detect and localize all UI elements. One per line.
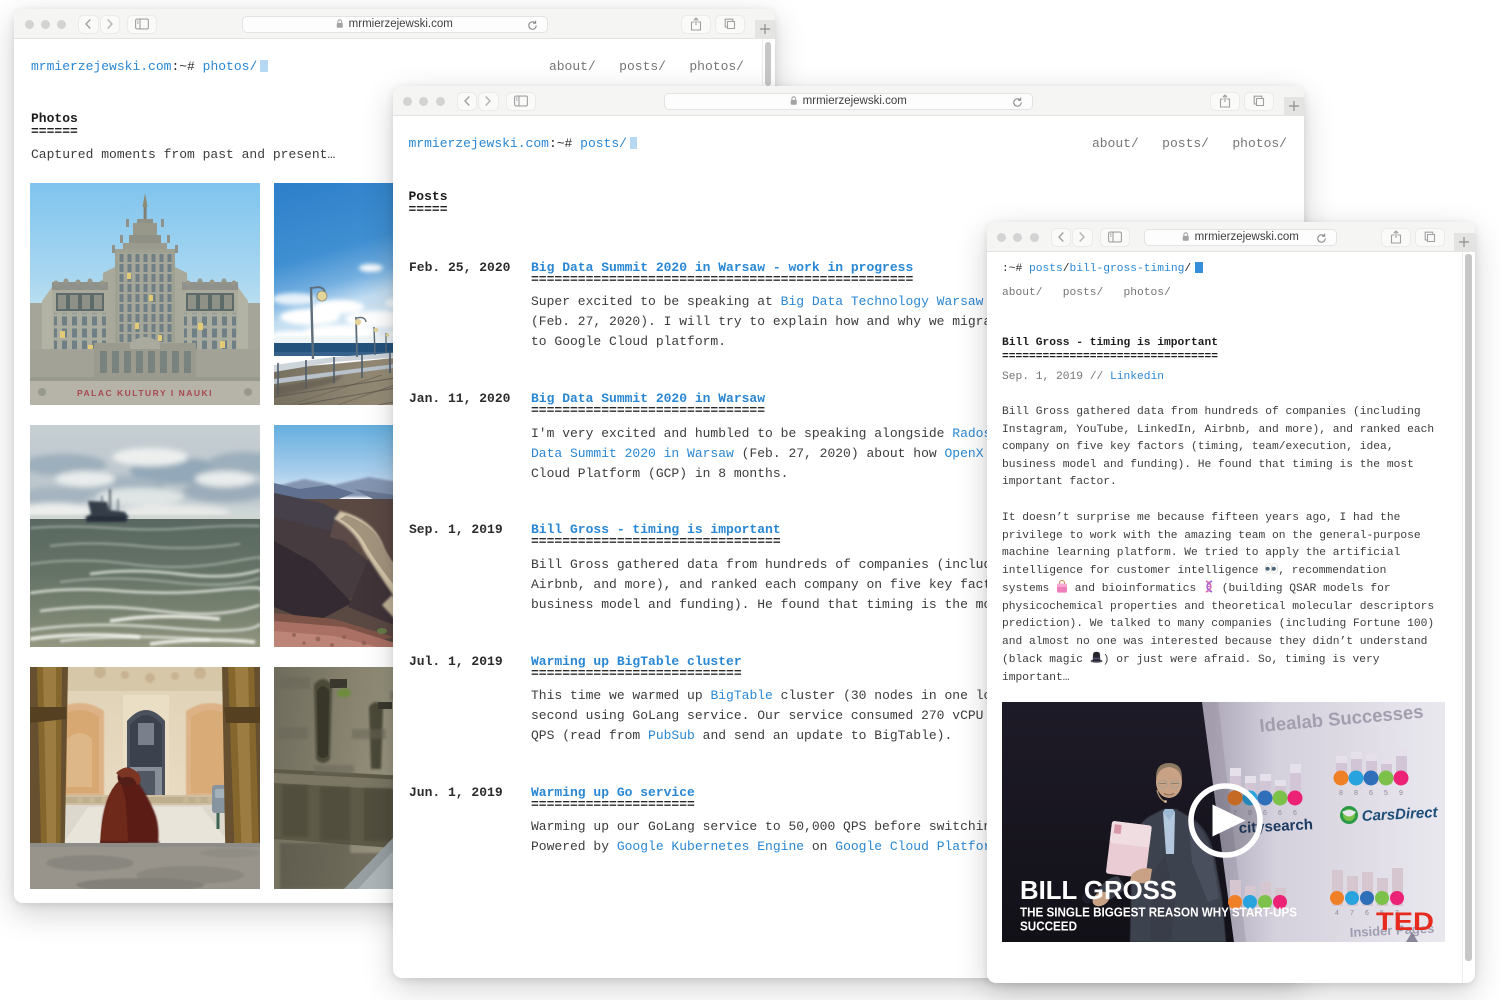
- svg-text:6: 6: [1263, 810, 1267, 817]
- svg-text:9: 9: [1399, 790, 1403, 797]
- svg-text:SUCCEED: SUCCEED: [1020, 919, 1077, 934]
- svg-text:6: 6: [1365, 910, 1369, 917]
- svg-text:6: 6: [1293, 810, 1297, 817]
- svg-text:7: 7: [1350, 910, 1354, 917]
- svg-text:5: 5: [1384, 790, 1388, 797]
- svg-text:6: 6: [1278, 810, 1282, 817]
- svg-text:8: 8: [1354, 790, 1358, 797]
- svg-text:THE SINGLE BIGGEST REASON WHY: THE SINGLE BIGGEST REASON WHY START-UPS: [1020, 905, 1297, 920]
- svg-text:PALAC KULTURY I NAUKI: PALAC KULTURY I NAUKI: [77, 388, 213, 398]
- svg-text:TED: TED: [1376, 908, 1434, 936]
- svg-text:4: 4: [1335, 910, 1339, 917]
- svg-text:BILL GROSS: BILL GROSS: [1020, 875, 1177, 905]
- svg-text:6: 6: [1369, 790, 1373, 797]
- svg-text:8: 8: [1339, 790, 1343, 797]
